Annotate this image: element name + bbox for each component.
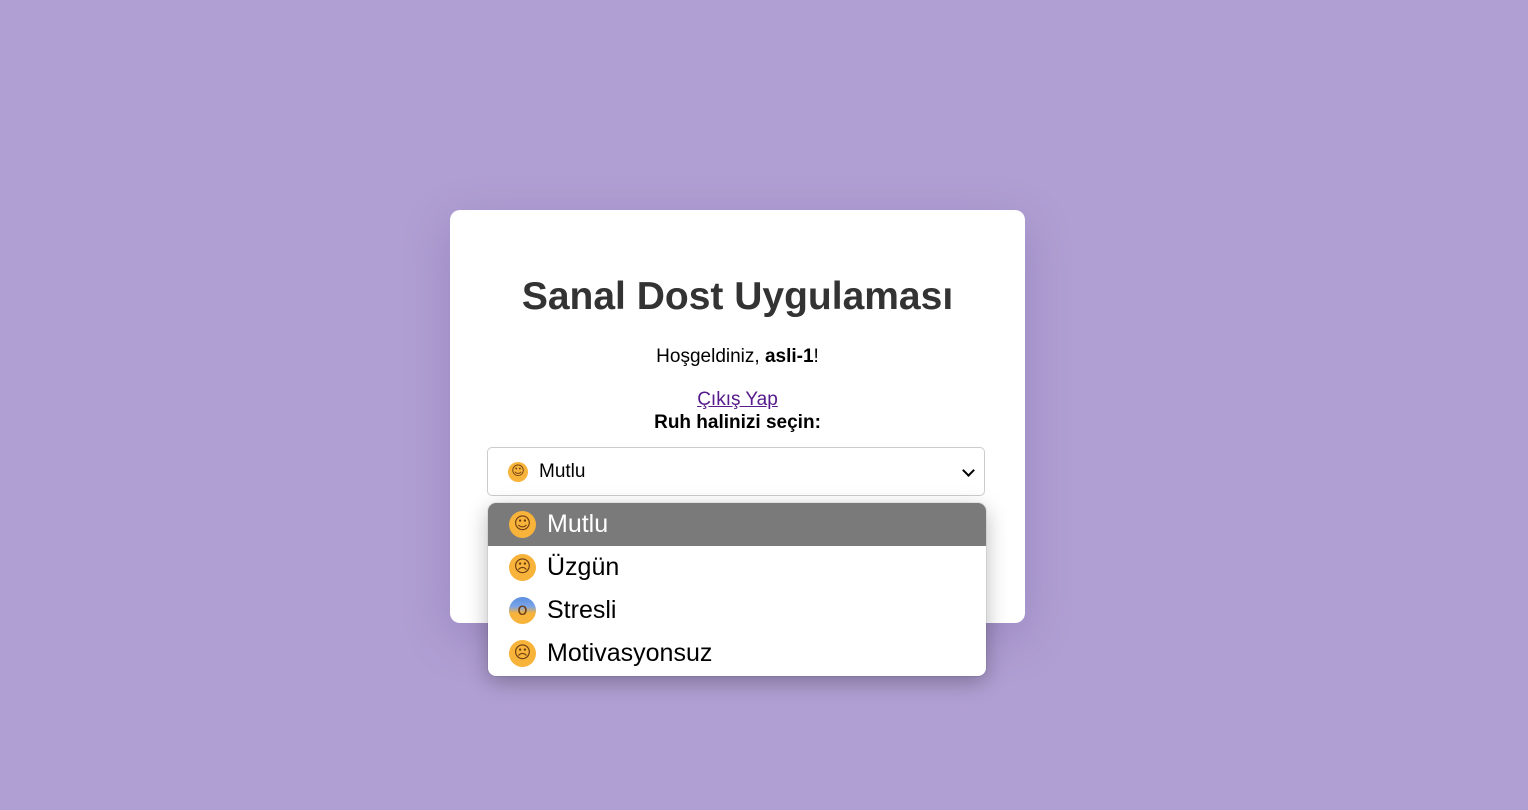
mood-option-stresli[interactable]: o Stresli: [488, 589, 986, 632]
smiling-face-icon: ☺: [508, 461, 528, 482]
logout-link[interactable]: Çıkış Yap: [697, 389, 778, 410]
mood-option-label: Motivasyonsuz: [547, 639, 713, 667]
mood-select-value: Mutlu: [539, 460, 586, 482]
welcome-prefix: Hoşgeldiniz,: [656, 346, 765, 367]
smiling-face-icon: ☺: [509, 511, 536, 538]
username: asli-1: [764, 346, 814, 367]
mood-option-uzgun[interactable]: ☹ Üzgün: [488, 546, 986, 589]
mood-option-label: Mutlu: [547, 510, 609, 538]
mood-label: Ruh halinizi seçin:: [654, 412, 821, 433]
page-title: Sanal Dost Uygulaması: [521, 275, 954, 318]
welcome-suffix: !: [813, 346, 819, 367]
frowning-face-icon: ☹: [509, 640, 536, 667]
mood-dropdown-list: ☺ Mutlu ☹ Üzgün o Stresli ☹ Motivasyonsu…: [488, 503, 986, 676]
screaming-face-icon: o: [509, 597, 536, 624]
mood-option-label: Stresli: [547, 596, 617, 624]
chevron-down-icon: [962, 464, 975, 477]
mood-select[interactable]: ☺ Mutlu: [487, 447, 985, 496]
mood-option-label: Üzgün: [547, 553, 620, 581]
mood-option-mutlu[interactable]: ☺ Mutlu: [488, 503, 986, 546]
mood-option-motivasyonsuz[interactable]: ☹ Motivasyonsuz: [488, 632, 986, 675]
welcome-message: Hoşgeldiniz, asli-1!: [450, 344, 1025, 370]
crying-face-icon: ☹: [509, 554, 536, 581]
